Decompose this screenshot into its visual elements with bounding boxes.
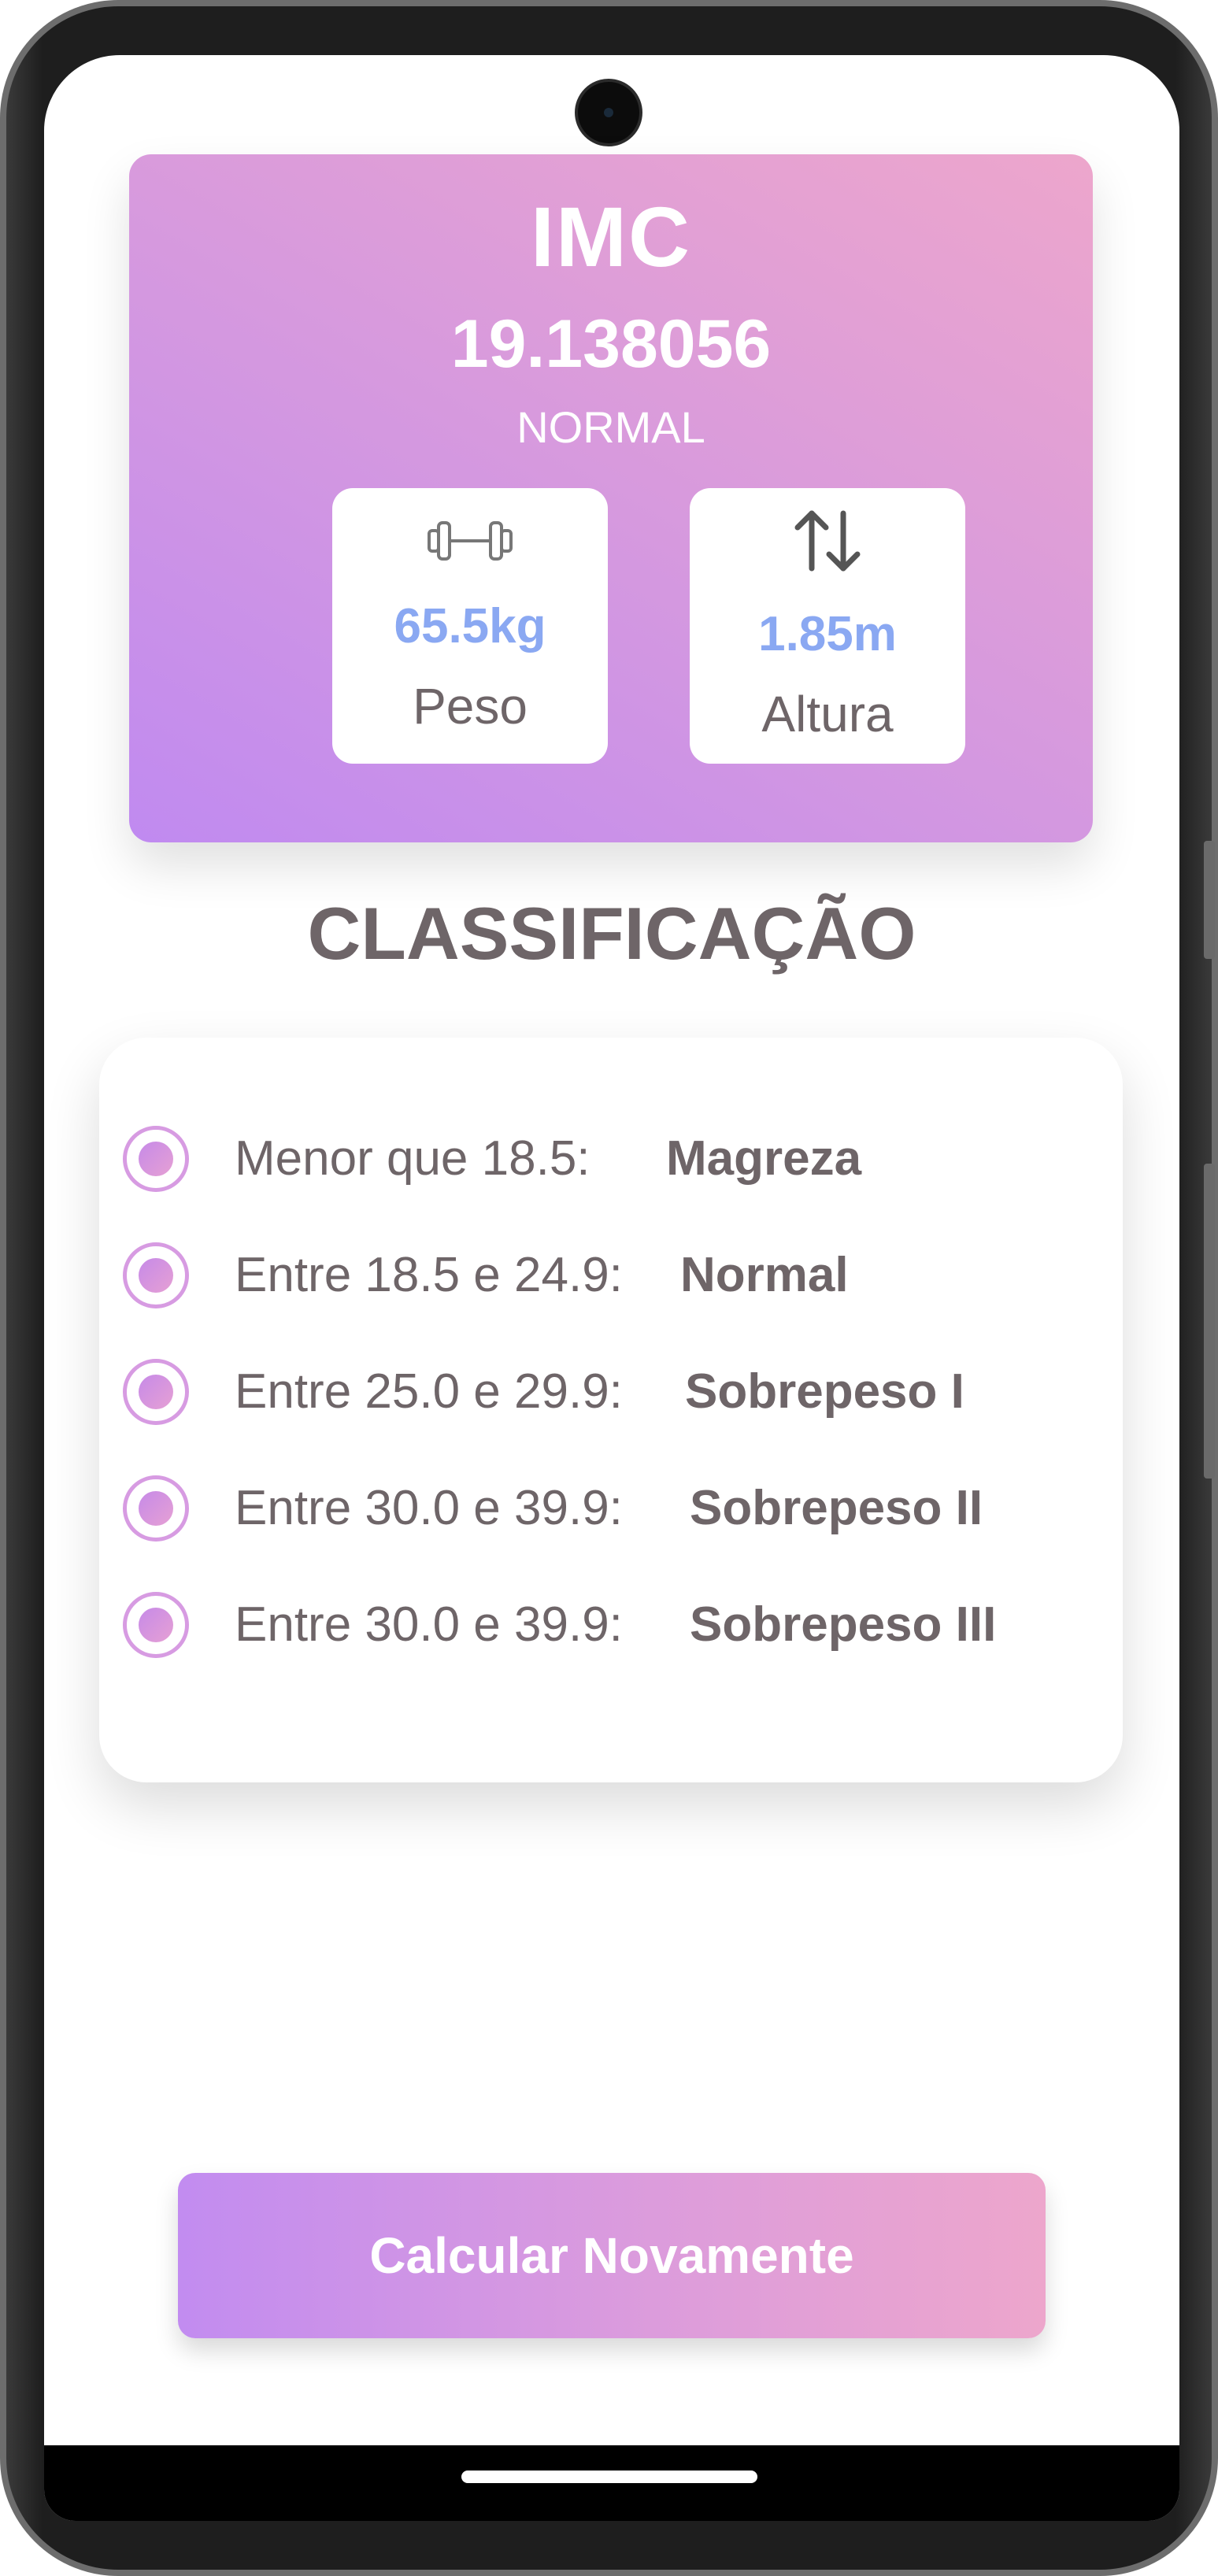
app-screen: IMC 19.138056 NORMAL 65.5kg Peso 1.85m A…	[44, 55, 1179, 2521]
power-button	[1204, 1164, 1215, 1479]
classification-name: Normal	[680, 1248, 849, 1302]
classification-item[interactable]: Entre 18.5 e 24.9: Normal	[123, 1239, 1099, 1315]
home-indicator[interactable]	[461, 2471, 757, 2483]
classification-item[interactable]: Entre 25.0 e 29.9: Sobrepeso I	[123, 1356, 1099, 1431]
classification-range: Entre 18.5 e 24.9:	[235, 1248, 623, 1302]
classification-item[interactable]: Entre 30.0 e 39.9: Sobrepeso III	[123, 1589, 1099, 1664]
classification-title: CLASSIFICAÇÃO	[307, 892, 916, 975]
dumbbell-icon	[428, 521, 513, 561]
imc-result-card: IMC 19.138056 NORMAL 65.5kg Peso 1.85m A…	[129, 154, 1093, 842]
height-label: Altura	[761, 686, 894, 742]
weight-label: Peso	[413, 678, 528, 735]
phone-frame: IMC 19.138056 NORMAL 65.5kg Peso 1.85m A…	[0, 0, 1218, 2576]
height-value: 1.85m	[758, 607, 897, 661]
radio-icon[interactable]	[123, 1592, 189, 1658]
classification-card: Menor que 18.5: Magreza Entre 18.5 e 24.…	[99, 1038, 1123, 1782]
recalculate-button[interactable]: Calcular Novamente	[178, 2173, 1046, 2338]
front-camera	[575, 79, 642, 146]
weight-card: 65.5kg Peso	[332, 488, 608, 764]
radio-icon[interactable]	[123, 1242, 189, 1308]
classification-range: Entre 30.0 e 39.9:	[235, 1597, 623, 1652]
classification-name: Sobrepeso III	[690, 1597, 997, 1652]
volume-button	[1204, 841, 1215, 959]
classification-range: Entre 25.0 e 29.9:	[235, 1364, 623, 1419]
imc-title: IMC	[531, 189, 691, 284]
imc-value: 19.138056	[450, 306, 772, 382]
radio-icon[interactable]	[123, 1359, 189, 1425]
classification-range: Menor que 18.5:	[235, 1131, 590, 1186]
classification-range: Entre 30.0 e 39.9:	[235, 1481, 623, 1535]
imc-status: NORMAL	[516, 402, 705, 452]
classification-item[interactable]: Menor que 18.5: Magreza	[123, 1123, 1099, 1198]
height-card: 1.85m Altura	[690, 488, 965, 764]
radio-icon[interactable]	[123, 1126, 189, 1192]
radio-icon[interactable]	[123, 1475, 189, 1542]
up-down-arrows-icon	[794, 510, 861, 572]
classification-name: Sobrepeso II	[690, 1481, 983, 1535]
classification-item[interactable]: Entre 30.0 e 39.9: Sobrepeso II	[123, 1472, 1099, 1548]
classification-name: Magreza	[666, 1131, 862, 1186]
classification-name: Sobrepeso I	[685, 1364, 964, 1419]
navigation-bar	[44, 2445, 1179, 2521]
weight-value: 65.5kg	[394, 599, 546, 653]
